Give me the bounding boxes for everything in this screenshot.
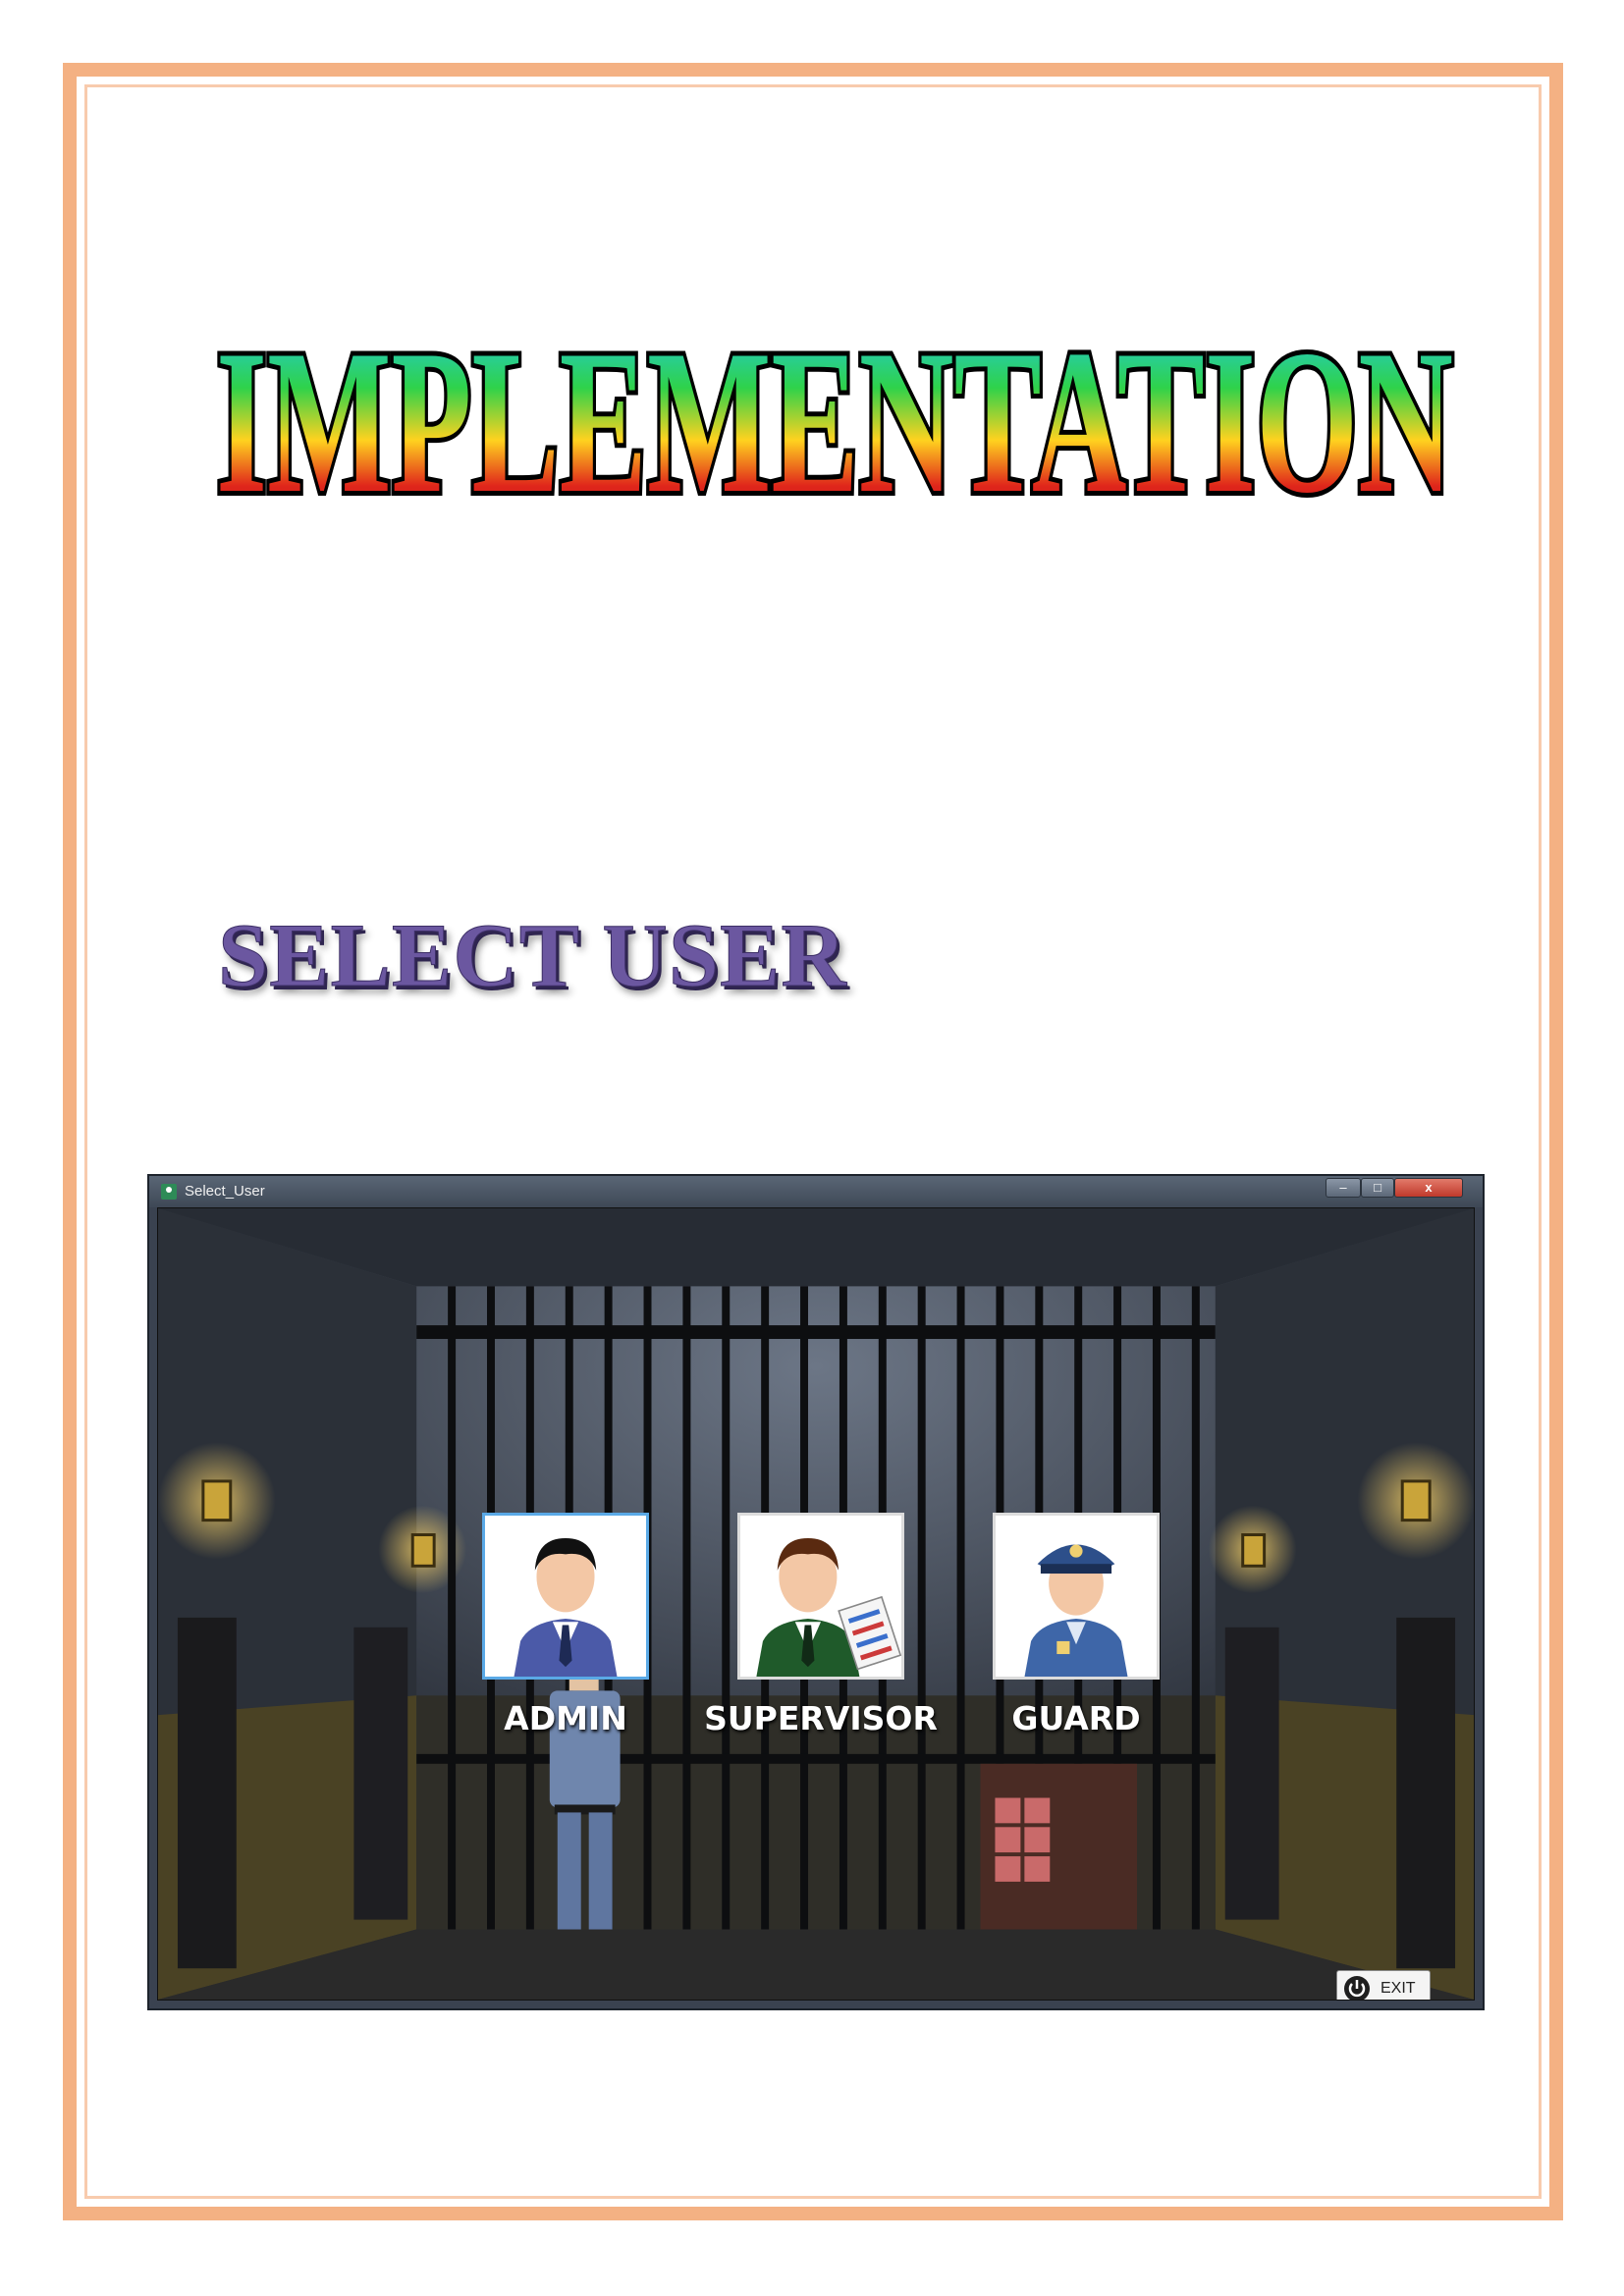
app-user-icon: [161, 1184, 177, 1200]
minimize-button[interactable]: –: [1326, 1178, 1361, 1198]
supervisor-user-button[interactable]: [737, 1513, 904, 1680]
admin-user-icon: [514, 1537, 618, 1677]
select-user-window: Select_User – □ x ADMIN SUPERVISOR GUARD…: [147, 1174, 1485, 2010]
document-title: IMPLEMENTATION IMPLEMENTATION: [206, 294, 1463, 550]
admin-label: ADMIN: [504, 1699, 627, 1737]
guard-user-icon: [1024, 1544, 1128, 1677]
close-button[interactable]: x: [1394, 1178, 1463, 1198]
title-text: IMPLEMENTATION: [216, 308, 1453, 536]
maximize-button[interactable]: □: [1361, 1178, 1394, 1198]
supervisor-label: SUPERVISOR: [704, 1699, 938, 1737]
prison-scene-background: ADMIN SUPERVISOR GUARD EXIT: [157, 1207, 1475, 2001]
supervisor-user-icon: [756, 1537, 901, 1677]
section-heading: SELECT USER: [218, 905, 847, 1006]
guard-label: GUARD: [1011, 1699, 1141, 1737]
window-titlebar[interactable]: Select_User – □ x: [149, 1176, 1483, 1207]
exit-button[interactable]: EXIT: [1336, 1970, 1431, 2000]
exit-label: EXIT: [1380, 1980, 1416, 1997]
power-icon: [1344, 1976, 1370, 2000]
admin-user-button[interactable]: [482, 1513, 649, 1680]
window-title: Select_User: [185, 1183, 265, 1200]
guard-user-button[interactable]: [993, 1513, 1160, 1680]
